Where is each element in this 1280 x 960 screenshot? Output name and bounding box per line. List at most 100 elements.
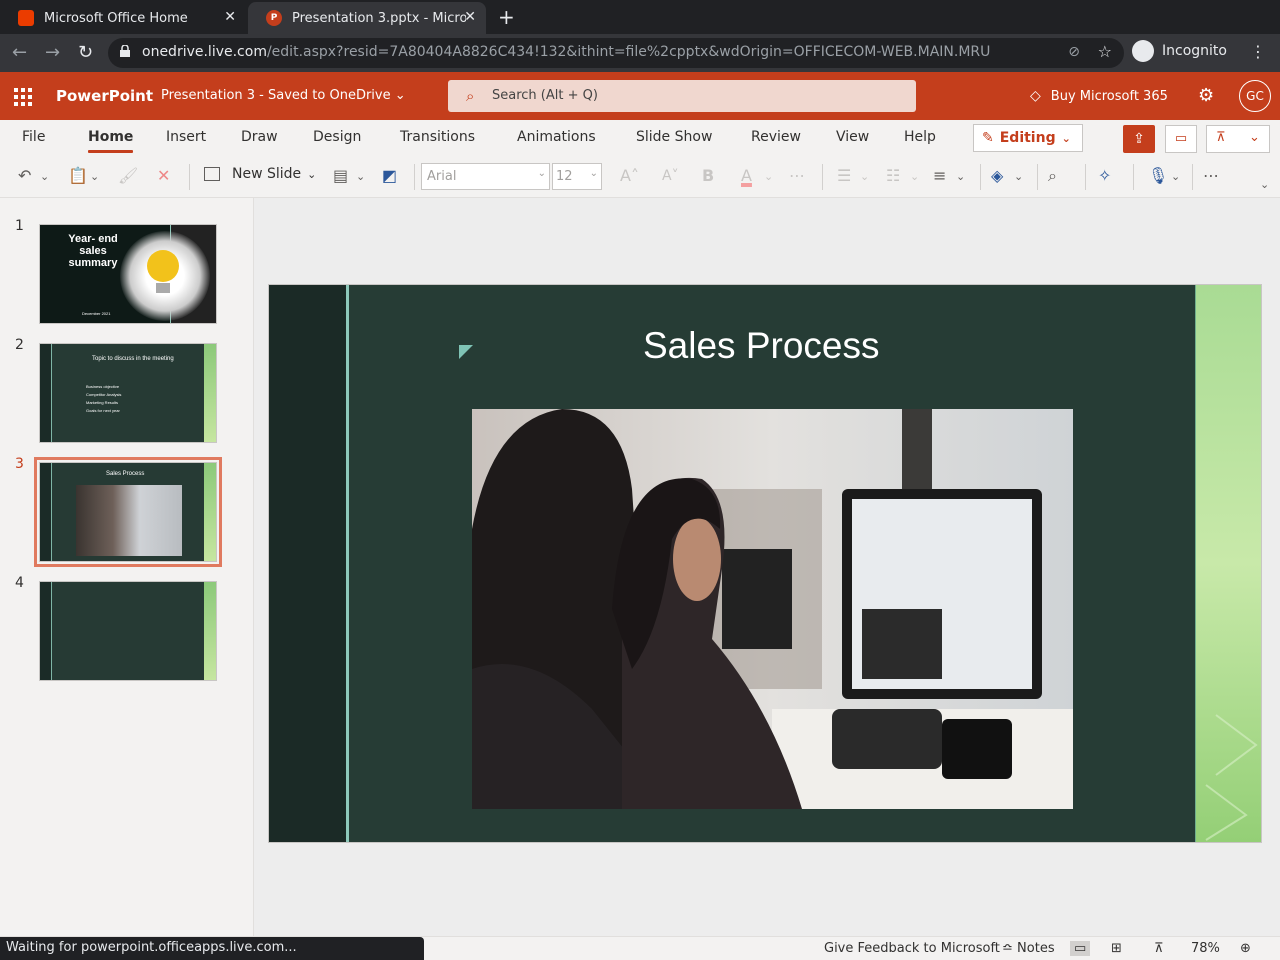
browser-tab-presentation[interactable]: P Presentation 3.pptx - Microsoft PowerP… xyxy=(248,2,486,34)
office-favicon-icon xyxy=(18,10,34,26)
dictate-microphone-icon[interactable]: 🎙 xyxy=(1148,166,1168,185)
normal-view-icon[interactable]: ▭ xyxy=(1070,941,1091,956)
editing-label: Editing xyxy=(999,130,1056,146)
tab-draw[interactable]: Draw xyxy=(241,129,278,145)
increase-font-icon[interactable]: A˄ xyxy=(620,166,639,185)
toolbar-divider xyxy=(1037,164,1038,190)
undo-dropdown-icon[interactable]: ⌄ xyxy=(40,170,49,183)
toolbar-divider xyxy=(1192,164,1193,190)
forward-icon[interactable]: → xyxy=(45,42,60,63)
align-text-icon[interactable]: ≡ xyxy=(933,166,946,185)
zoom-level[interactable]: 78% xyxy=(1191,941,1220,956)
bullets-dropdown-icon[interactable]: ⌄ xyxy=(860,170,869,183)
slide-thumbnails-pane: 1 Year- end sales summary December 2021 … xyxy=(0,198,254,936)
more-options-icon[interactable]: ⋯ xyxy=(1203,166,1219,185)
browser-tab-office-home[interactable]: Microsoft Office Home ✕ xyxy=(0,2,246,34)
font-name-field[interactable]: Arial ⌄ xyxy=(421,163,550,190)
fit-to-window-icon[interactable]: ⊕ xyxy=(1240,941,1251,956)
font-color-dropdown-icon[interactable]: ⌄ xyxy=(764,170,773,183)
present-button[interactable]: ⊼ ⌄ xyxy=(1206,125,1270,153)
more-font-options-icon[interactable]: ⋯ xyxy=(789,166,805,185)
share-button[interactable]: ⇪ xyxy=(1123,125,1155,153)
new-tab-button[interactable]: + xyxy=(498,5,515,29)
shapes-dropdown-icon[interactable]: ⌄ xyxy=(1014,170,1023,183)
avatar[interactable]: GC xyxy=(1239,80,1271,112)
reading-view-icon[interactable]: ⊼ xyxy=(1154,941,1164,956)
background-icon[interactable]: ◩ xyxy=(382,166,397,185)
align-dropdown-icon[interactable]: ⌄ xyxy=(956,170,965,183)
new-slide-button[interactable]: New Slide ⌄ xyxy=(204,166,316,182)
url-field[interactable]: onedrive.live.com/edit.aspx?resid=7A8040… xyxy=(108,38,1124,68)
font-color-icon[interactable]: A xyxy=(741,166,752,185)
tab-file[interactable]: File xyxy=(22,129,45,145)
bullets-icon[interactable]: ☰ xyxy=(837,166,851,185)
thumbnail-photo xyxy=(76,485,182,556)
layout-icon[interactable]: ▤ xyxy=(333,166,348,185)
designer-icon[interactable]: ✧ xyxy=(1098,166,1111,185)
slide-sorter-icon[interactable]: ⊞ xyxy=(1111,941,1122,956)
tracking-blocked-icon[interactable]: ⊘ xyxy=(1068,44,1080,60)
crumpled-paper-bulb-icon xyxy=(147,250,179,282)
thumb-right-strip xyxy=(204,344,216,442)
reload-icon[interactable]: ↻ xyxy=(78,42,93,63)
tab-slide-show[interactable]: Slide Show xyxy=(636,129,712,145)
app-name[interactable]: PowerPoint xyxy=(56,87,153,105)
numbering-icon[interactable]: ☷ xyxy=(886,166,900,185)
slide-thumbnail-3[interactable]: Sales Process xyxy=(34,457,222,567)
editing-mode-button[interactable]: ✎ Editing ⌄ xyxy=(973,124,1083,152)
search-placeholder: Search (Alt + Q) xyxy=(492,88,598,103)
close-tab-icon[interactable]: ✕ xyxy=(464,9,476,25)
layout-dropdown-icon[interactable]: ⌄ xyxy=(356,170,365,183)
tab-design[interactable]: Design xyxy=(313,129,361,145)
tab-home[interactable]: Home xyxy=(88,129,134,153)
buy-microsoft-365-button[interactable]: ◇ Buy Microsoft 365 xyxy=(1030,88,1168,104)
new-slide-label: New Slide xyxy=(232,166,302,182)
find-icon[interactable]: ⌕ xyxy=(1048,166,1057,186)
shapes-icon[interactable]: ◈ xyxy=(991,166,1003,185)
lock-icon xyxy=(120,45,130,57)
tab-review[interactable]: Review xyxy=(751,129,801,145)
slide-thumbnail-4[interactable] xyxy=(39,581,217,681)
undo-icon[interactable]: ↶ xyxy=(18,166,31,185)
comments-button[interactable]: ▭ xyxy=(1165,125,1197,153)
current-slide[interactable]: Sales Process xyxy=(268,284,1262,843)
paste-icon[interactable]: 📋 xyxy=(68,166,88,185)
paste-dropdown-icon[interactable]: ⌄ xyxy=(90,170,99,183)
tab-view[interactable]: View xyxy=(836,129,869,145)
slide-thumbnail-2[interactable]: Topic to discuss in the meeting Business… xyxy=(39,343,217,443)
incognito-label: Incognito xyxy=(1162,43,1227,59)
font-size-field[interactable]: 12 ⌄ xyxy=(552,163,602,190)
tab-animations[interactable]: Animations xyxy=(517,129,596,145)
settings-gear-icon[interactable]: ⚙ xyxy=(1198,85,1214,106)
bookmark-star-icon[interactable]: ☆ xyxy=(1098,42,1112,61)
chevron-down-icon[interactable]: ⌄ xyxy=(1249,130,1260,145)
chevron-down-icon: ⌄ xyxy=(589,168,598,179)
bold-icon[interactable]: B xyxy=(702,166,714,185)
format-painter-icon[interactable]: 🖌 xyxy=(118,166,138,185)
numbering-dropdown-icon[interactable]: ⌄ xyxy=(910,170,919,183)
search-input[interactable]: ⌕ Search (Alt + Q) xyxy=(448,80,916,112)
browser-menu-icon[interactable]: ⋮ xyxy=(1250,42,1266,61)
ribbon-tabs: File Home Insert Draw Design Transitions… xyxy=(0,120,1280,156)
slide-title[interactable]: Sales Process xyxy=(643,325,880,367)
notes-button[interactable]: ≏ Notes xyxy=(1002,941,1055,956)
decrease-font-icon[interactable]: A˅ xyxy=(662,168,679,184)
dictate-dropdown-icon[interactable]: ⌄ xyxy=(1171,170,1180,183)
document-title[interactable]: Presentation 3 - Saved to OneDrive ⌄ xyxy=(161,88,406,103)
expand-ribbon-icon[interactable]: ⌄ xyxy=(1260,178,1269,191)
slide-photo-two-women-at-computers[interactable] xyxy=(472,409,1073,809)
give-feedback-link[interactable]: Give Feedback to Microsoft xyxy=(824,941,1000,956)
tab-transitions[interactable]: Transitions xyxy=(400,129,475,145)
slide-thumbnail-1[interactable]: Year- end sales summary December 2021 xyxy=(39,224,217,324)
status-bar: Give Feedback to Microsoft ≏ Notes ▭ ⊞ ⊼… xyxy=(0,936,1280,960)
close-tab-icon[interactable]: ✕ xyxy=(224,9,236,25)
tab-help[interactable]: Help xyxy=(904,129,936,145)
thumbnail-bullet: Marketing Results xyxy=(86,400,119,405)
tab-insert[interactable]: Insert xyxy=(166,129,206,145)
thumbnail-bullet: Competitor Analysis xyxy=(86,392,122,397)
incognito-indicator[interactable]: Incognito xyxy=(1132,40,1227,62)
app-launcher-icon[interactable] xyxy=(14,88,32,106)
delete-icon[interactable]: ✕ xyxy=(157,166,170,185)
back-icon[interactable]: ← xyxy=(12,42,27,63)
buy-label: Buy Microsoft 365 xyxy=(1050,88,1168,104)
